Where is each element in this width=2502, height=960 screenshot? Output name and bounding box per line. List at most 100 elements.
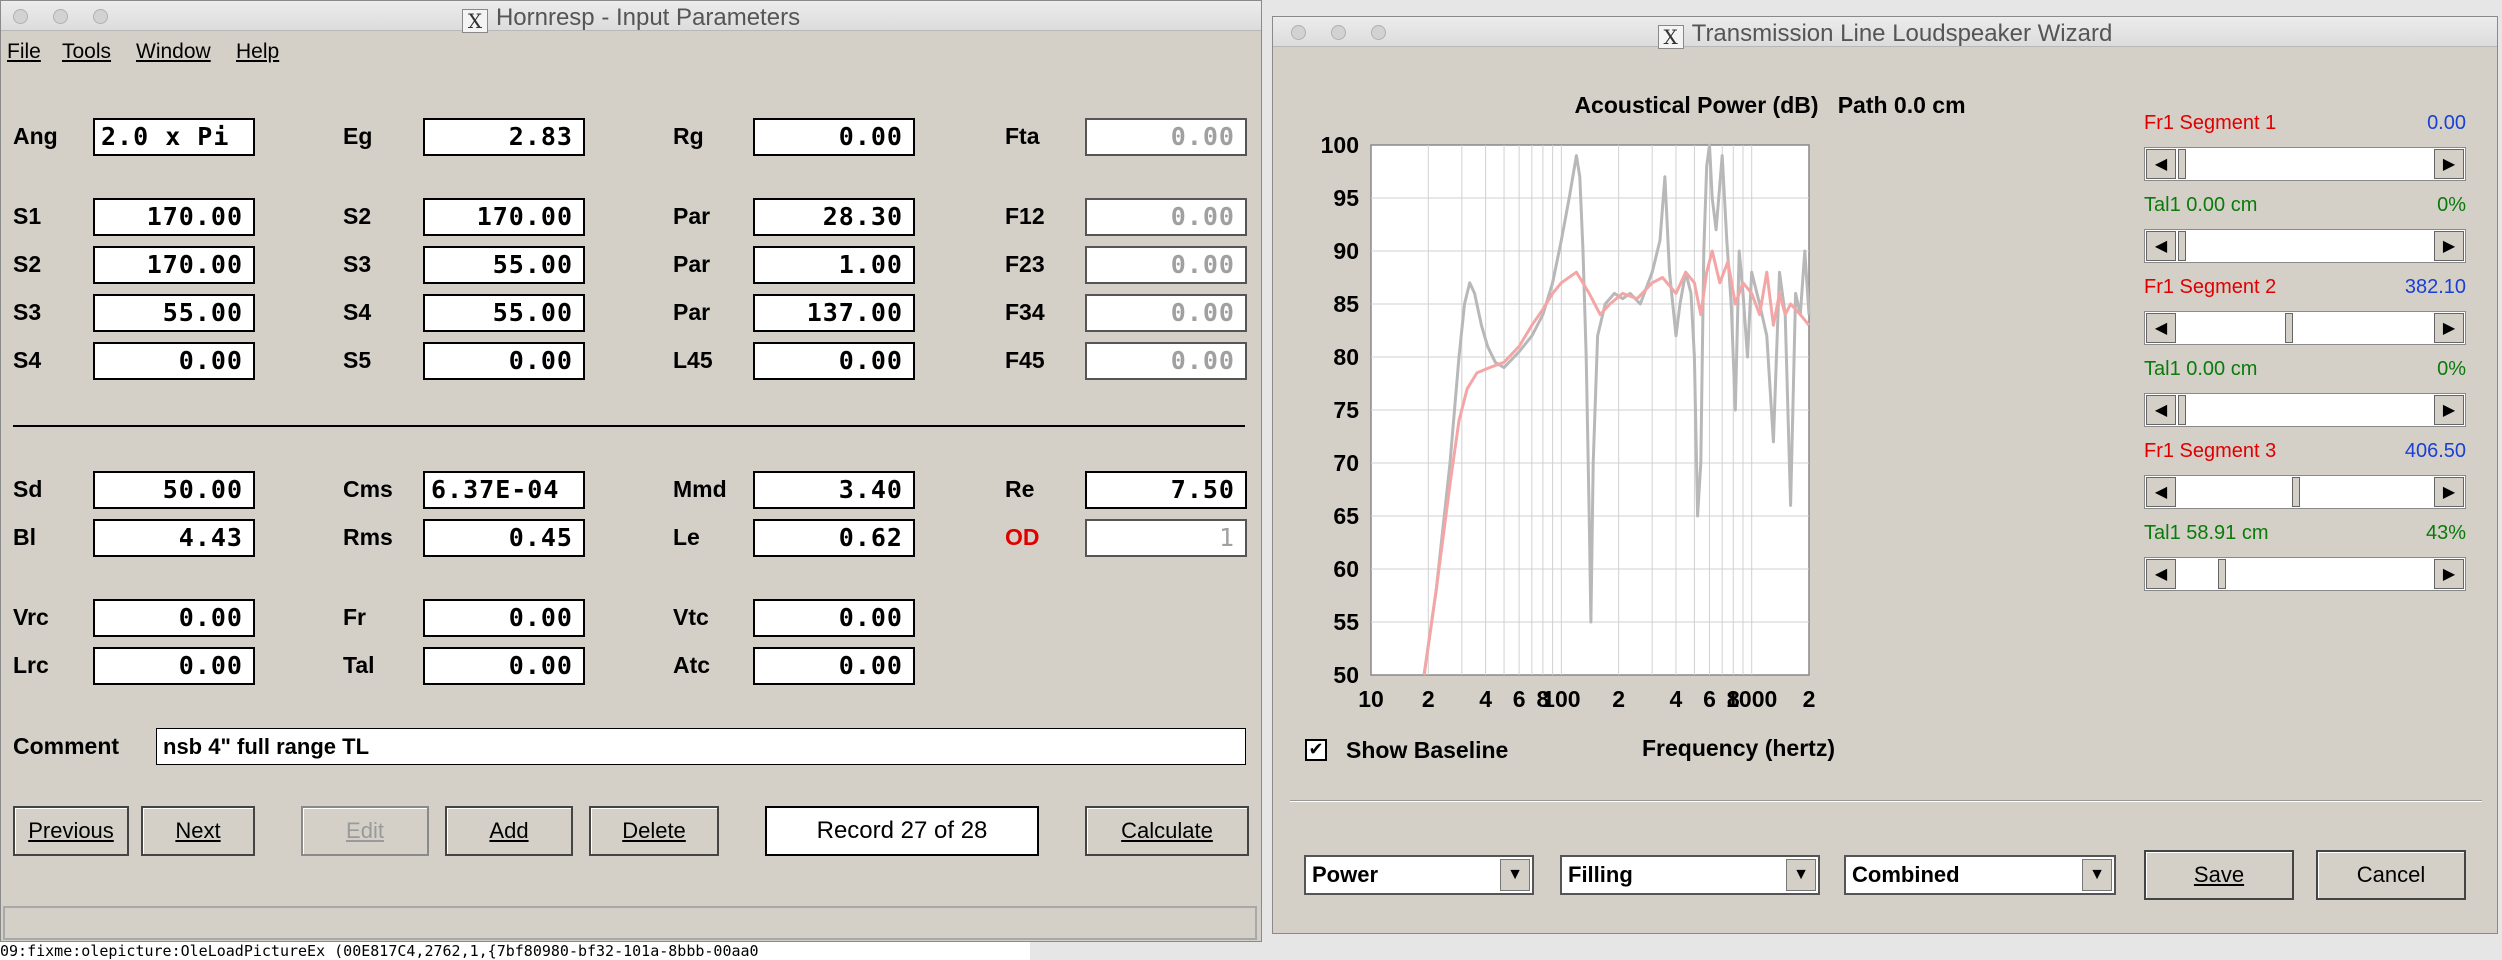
param-field: 0.00 bbox=[1085, 246, 1247, 284]
slider-label: Fr1 Segment 2 bbox=[2144, 276, 2277, 298]
calculate-button-label: Calculate bbox=[1121, 818, 1213, 843]
param-field-fta: 0.00 bbox=[1085, 118, 1247, 156]
calculate-button[interactable]: Calculate bbox=[1085, 806, 1249, 856]
slider-thumb[interactable] bbox=[2217, 559, 2226, 589]
y-tick-label: 90 bbox=[1333, 238, 1359, 264]
arrow-right-icon[interactable]: ▶ bbox=[2434, 231, 2464, 261]
param-field[interactable]: 0.45 bbox=[423, 519, 585, 557]
arrow-right-icon[interactable]: ▶ bbox=[2434, 313, 2464, 343]
menu-help[interactable]: Help bbox=[236, 40, 279, 64]
param-field[interactable]: 7.50 bbox=[1085, 471, 1247, 509]
param-label: Le bbox=[673, 524, 700, 550]
slider-thumb[interactable] bbox=[2178, 395, 2186, 425]
add-button-label: Add bbox=[489, 818, 529, 843]
slider-label: Fr1 Segment 3 bbox=[2144, 440, 2277, 462]
cancel-button[interactable]: Cancel bbox=[2316, 850, 2466, 900]
param-label: S5 bbox=[343, 347, 372, 373]
slider-value: 0% bbox=[2437, 194, 2466, 216]
slider-thumb[interactable] bbox=[2284, 313, 2293, 343]
arrow-left-icon[interactable]: ◀ bbox=[2146, 395, 2176, 425]
menu-tools[interactable]: Tools bbox=[62, 40, 111, 64]
comment-label: Comment bbox=[13, 733, 120, 759]
previous-button[interactable]: Previous bbox=[13, 806, 129, 856]
next-button-label: Next bbox=[175, 818, 221, 843]
slider-scrollbar[interactable]: ◀ ▶ bbox=[2144, 229, 2466, 263]
param-label: F45 bbox=[1005, 347, 1045, 373]
param-field[interactable]: 6.37E-04 bbox=[423, 471, 585, 509]
slider-scrollbar[interactable]: ◀ ▶ bbox=[2144, 557, 2466, 591]
slider-thumb[interactable] bbox=[2292, 477, 2301, 507]
slider-scrollbar[interactable]: ◀ ▶ bbox=[2144, 393, 2466, 427]
show-baseline-checkbox[interactable]: ✔ bbox=[1305, 739, 1327, 761]
param-field[interactable]: 0.00 bbox=[93, 647, 255, 685]
arrow-left-icon[interactable]: ◀ bbox=[2146, 313, 2176, 343]
delete-button[interactable]: Delete bbox=[589, 806, 719, 856]
arrow-left-icon[interactable]: ◀ bbox=[2146, 149, 2176, 179]
arrow-right-icon[interactable]: ▶ bbox=[2434, 149, 2464, 179]
param-field[interactable]: 170.00 bbox=[423, 198, 585, 236]
filling-select[interactable]: Filling ▼ bbox=[1560, 855, 1820, 895]
param-field[interactable]: 137.00 bbox=[753, 294, 915, 332]
title-bar: X Hornresp - Input Parameters bbox=[1, 1, 1261, 33]
slider-thumb[interactable] bbox=[2178, 149, 2186, 179]
arrow-left-icon[interactable]: ◀ bbox=[2146, 477, 2176, 507]
arrow-right-icon[interactable]: ▶ bbox=[2434, 559, 2464, 589]
combined-select[interactable]: Combined ▼ bbox=[1844, 855, 2116, 895]
param-field[interactable]: 0.00 bbox=[423, 342, 585, 380]
param-field[interactable]: 0.00 bbox=[423, 647, 585, 685]
y-tick-label: 50 bbox=[1333, 662, 1359, 688]
menu-window[interactable]: Window bbox=[136, 40, 211, 64]
param-field[interactable]: 4.43 bbox=[93, 519, 255, 557]
arrow-right-icon[interactable]: ▶ bbox=[2434, 395, 2464, 425]
chevron-down-icon[interactable]: ▼ bbox=[1786, 859, 1816, 891]
x-tick-label: 100 bbox=[1542, 686, 1580, 712]
chart-title: Acoustical Power (dB) Path 0.0 cm bbox=[1574, 92, 1966, 118]
param-field[interactable]: 28.30 bbox=[753, 198, 915, 236]
arrow-right-icon[interactable]: ▶ bbox=[2434, 477, 2464, 507]
param-field[interactable]: 0.00 bbox=[753, 342, 915, 380]
param-field[interactable]: 55.00 bbox=[423, 294, 585, 332]
x-tick-label: 4 bbox=[1670, 686, 1683, 712]
param-label: S4 bbox=[343, 299, 372, 325]
param-field[interactable]: 0.00 bbox=[93, 342, 255, 380]
param-field-eg[interactable]: 2.83 bbox=[423, 118, 585, 156]
param-field-ang[interactable]: 2.0 x Pi bbox=[93, 118, 255, 156]
add-button[interactable]: Add bbox=[445, 806, 573, 856]
param-field[interactable]: 170.00 bbox=[93, 198, 255, 236]
param-label: Rg bbox=[673, 123, 704, 149]
param-field[interactable]: 3.40 bbox=[753, 471, 915, 509]
save-button[interactable]: Save bbox=[2144, 850, 2294, 900]
param-field-rg[interactable]: 0.00 bbox=[753, 118, 915, 156]
param-field[interactable]: 50.00 bbox=[93, 471, 255, 509]
slider-value: 382.10 bbox=[2404, 276, 2466, 298]
arrow-left-icon[interactable]: ◀ bbox=[2146, 559, 2176, 589]
param-field: 0.00 bbox=[1085, 198, 1247, 236]
chevron-down-icon[interactable]: ▼ bbox=[1500, 859, 1530, 891]
param-field[interactable]: 0.00 bbox=[423, 599, 585, 637]
param-field[interactable]: 1.00 bbox=[753, 246, 915, 284]
slider-thumb[interactable] bbox=[2178, 231, 2186, 261]
arrow-left-icon[interactable]: ◀ bbox=[2146, 231, 2176, 261]
slider-scrollbar[interactable]: ◀ ▶ bbox=[2144, 311, 2466, 345]
param-label: Fr bbox=[343, 604, 366, 630]
y-tick-label: 95 bbox=[1333, 185, 1359, 211]
param-field[interactable]: 0.00 bbox=[753, 599, 915, 637]
window-title: X Transmission Line Loudspeaker Wizard bbox=[1273, 20, 2497, 49]
param-field[interactable]: 170.00 bbox=[93, 246, 255, 284]
chevron-down-icon[interactable]: ▼ bbox=[2082, 859, 2112, 891]
y-tick-label: 55 bbox=[1333, 609, 1359, 635]
slider-value: 406.50 bbox=[2404, 440, 2466, 462]
slider-scrollbar[interactable]: ◀ ▶ bbox=[2144, 475, 2466, 509]
param-field[interactable]: 0.00 bbox=[93, 599, 255, 637]
param-field[interactable]: 0.62 bbox=[753, 519, 915, 557]
comment-input[interactable]: nsb 4" full range TL bbox=[156, 728, 1246, 765]
param-field[interactable]: 55.00 bbox=[93, 294, 255, 332]
param-field[interactable]: 0.00 bbox=[753, 647, 915, 685]
power-select[interactable]: Power ▼ bbox=[1304, 855, 1534, 895]
slider-label: Tal1 0.00 cm bbox=[2144, 194, 2258, 216]
slider-scrollbar[interactable]: ◀ ▶ bbox=[2144, 147, 2466, 181]
next-button[interactable]: Next bbox=[141, 806, 255, 856]
param-field[interactable]: 55.00 bbox=[423, 246, 585, 284]
param-field: 0.00 bbox=[1085, 342, 1247, 380]
menu-file[interactable]: File bbox=[7, 40, 41, 64]
